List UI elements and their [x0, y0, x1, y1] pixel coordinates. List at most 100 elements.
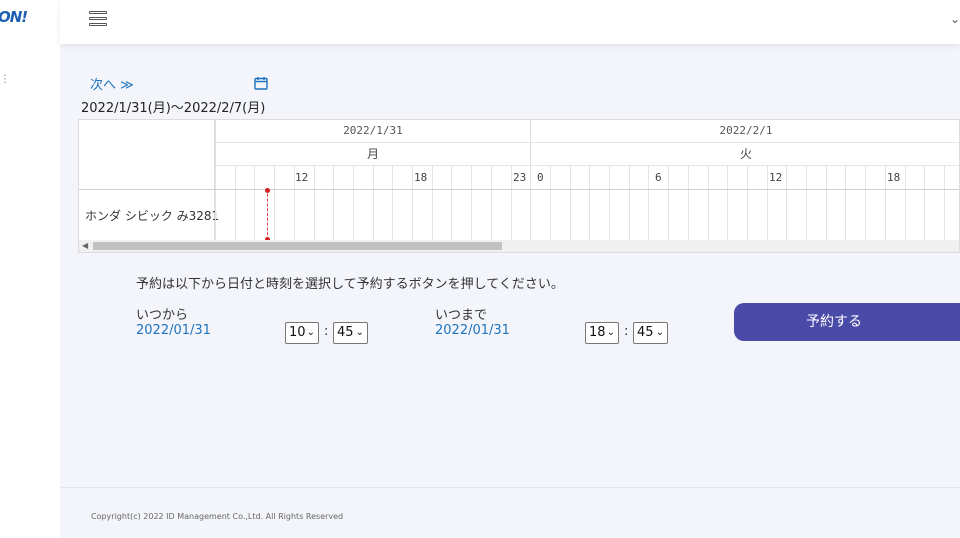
app-logo[interactable]: ON!: [0, 8, 28, 26]
user-menu-mark[interactable]: ⌄: [950, 12, 960, 26]
hour-gridline: [254, 166, 255, 189]
hour-gridline: [629, 166, 630, 189]
hour-gridline: [806, 190, 807, 240]
chevron-down-icon: ⌄: [355, 327, 364, 338]
horizontal-scrollbar[interactable]: ◀: [79, 240, 959, 252]
hour-row: 12 18 23 0 6 12 18: [215, 166, 959, 190]
hour-gridline: [333, 190, 334, 240]
hour-label: 18: [414, 171, 428, 184]
reserve-button[interactable]: 予約する: [734, 303, 960, 341]
day-header-2: 2022/2/1: [530, 120, 959, 143]
hour-gridline: [589, 166, 590, 189]
hour-gridline: [589, 190, 590, 240]
schedule-timeline: ホンダ シビック み3281 2022/1/31 2022/2/1 月 火 12…: [78, 119, 960, 253]
from-date-picker[interactable]: 2022/01/31: [136, 323, 211, 338]
hour-gridline: [708, 190, 709, 240]
to-minute-select[interactable]: 45 ⌄: [633, 322, 668, 344]
hour-gridline: [786, 166, 787, 189]
hour-gridline: [944, 166, 945, 189]
to-hour-select[interactable]: 18 ⌄: [585, 322, 619, 344]
hour-gridline: [432, 166, 433, 189]
timeline-row[interactable]: [215, 190, 959, 240]
footer-divider: [60, 487, 960, 488]
to-date-picker[interactable]: 2022/01/31: [435, 323, 510, 338]
hour-gridline: [786, 190, 787, 240]
hour-gridline: [767, 190, 768, 240]
hour-gridline: [235, 166, 236, 189]
hour-gridline: [905, 166, 906, 189]
hour-label: 12: [295, 171, 309, 184]
hour-gridline: [511, 166, 512, 189]
from-minute-value: 45: [337, 325, 354, 340]
hour-gridline: [294, 166, 295, 189]
hour-gridline: [924, 166, 925, 189]
hour-gridline: [274, 166, 275, 189]
hour-gridline: [254, 190, 255, 240]
weekday-header-1: 月: [215, 143, 530, 166]
hour-gridline: [826, 190, 827, 240]
date-range-text: 2022/1/31(月)〜2022/2/7(月): [81, 101, 266, 116]
hour-gridline: [274, 190, 275, 240]
hour-gridline: [668, 166, 669, 189]
hour-gridline: [648, 190, 649, 240]
hour-gridline: [511, 190, 512, 240]
day-header-1: 2022/1/31: [215, 120, 530, 143]
hour-gridline: [491, 190, 492, 240]
hour-gridline: [924, 190, 925, 240]
from-minute-select[interactable]: 45 ⌄: [333, 322, 368, 344]
hour-gridline: [294, 190, 295, 240]
divider: [79, 189, 215, 190]
hour-label: 12: [769, 171, 783, 184]
chevron-down-icon: ⌄: [606, 327, 615, 338]
hour-gridline: [767, 166, 768, 189]
hour-gridline: [747, 166, 748, 189]
sidebar-menu-mark[interactable]: ⋮: [0, 74, 10, 85]
from-hour-select[interactable]: 10 ⌄: [285, 322, 319, 344]
hour-gridline: [648, 166, 649, 189]
hour-gridline: [570, 166, 571, 189]
hour-gridline: [333, 166, 334, 189]
hour-gridline: [471, 166, 472, 189]
from-label: いつから: [136, 308, 189, 323]
hour-gridline: [471, 190, 472, 240]
hour-gridline: [550, 166, 551, 189]
next-week-link[interactable]: 次へ ≫: [90, 74, 134, 93]
current-time-marker: [265, 188, 270, 193]
hour-gridline: [392, 166, 393, 189]
hour-gridline: [609, 166, 610, 189]
current-time-line: [267, 189, 268, 240]
hour-gridline: [865, 166, 866, 189]
sidebar: ON! ⋮: [0, 0, 60, 538]
top-bar: ⌄: [60, 0, 960, 44]
hour-gridline: [688, 190, 689, 240]
hour-gridline: [570, 190, 571, 240]
hour-gridline: [708, 166, 709, 189]
hour-label: 18: [887, 171, 901, 184]
hour-gridline: [845, 166, 846, 189]
scroll-left-icon[interactable]: ◀: [82, 241, 88, 250]
hour-gridline: [412, 190, 413, 240]
hour-gridline: [629, 190, 630, 240]
time-separator: :: [624, 324, 629, 339]
chevron-down-icon: ⌄: [655, 327, 664, 338]
hamburger-icon[interactable]: [89, 11, 107, 27]
from-hour-value: 10: [289, 325, 306, 340]
hour-gridline: [688, 166, 689, 189]
hour-gridline: [491, 166, 492, 189]
hour-gridline: [235, 190, 236, 240]
hour-gridline: [412, 166, 413, 189]
hour-gridline: [392, 190, 393, 240]
scrollbar-thumb[interactable]: [93, 242, 502, 250]
hour-gridline: [373, 166, 374, 189]
calendar-icon[interactable]: [254, 75, 268, 90]
hour-gridline: [747, 190, 748, 240]
hour-gridline: [609, 190, 610, 240]
instruction-text: 予約は以下から日付と時刻を選択して予約するボタンを押してください。: [136, 277, 564, 292]
hour-gridline: [353, 190, 354, 240]
hour-gridline: [885, 166, 886, 189]
hour-gridline: [727, 166, 728, 189]
hour-gridline: [451, 190, 452, 240]
chevron-down-icon: ⌄: [306, 327, 315, 338]
hour-gridline: [668, 190, 669, 240]
hour-gridline: [944, 190, 945, 240]
